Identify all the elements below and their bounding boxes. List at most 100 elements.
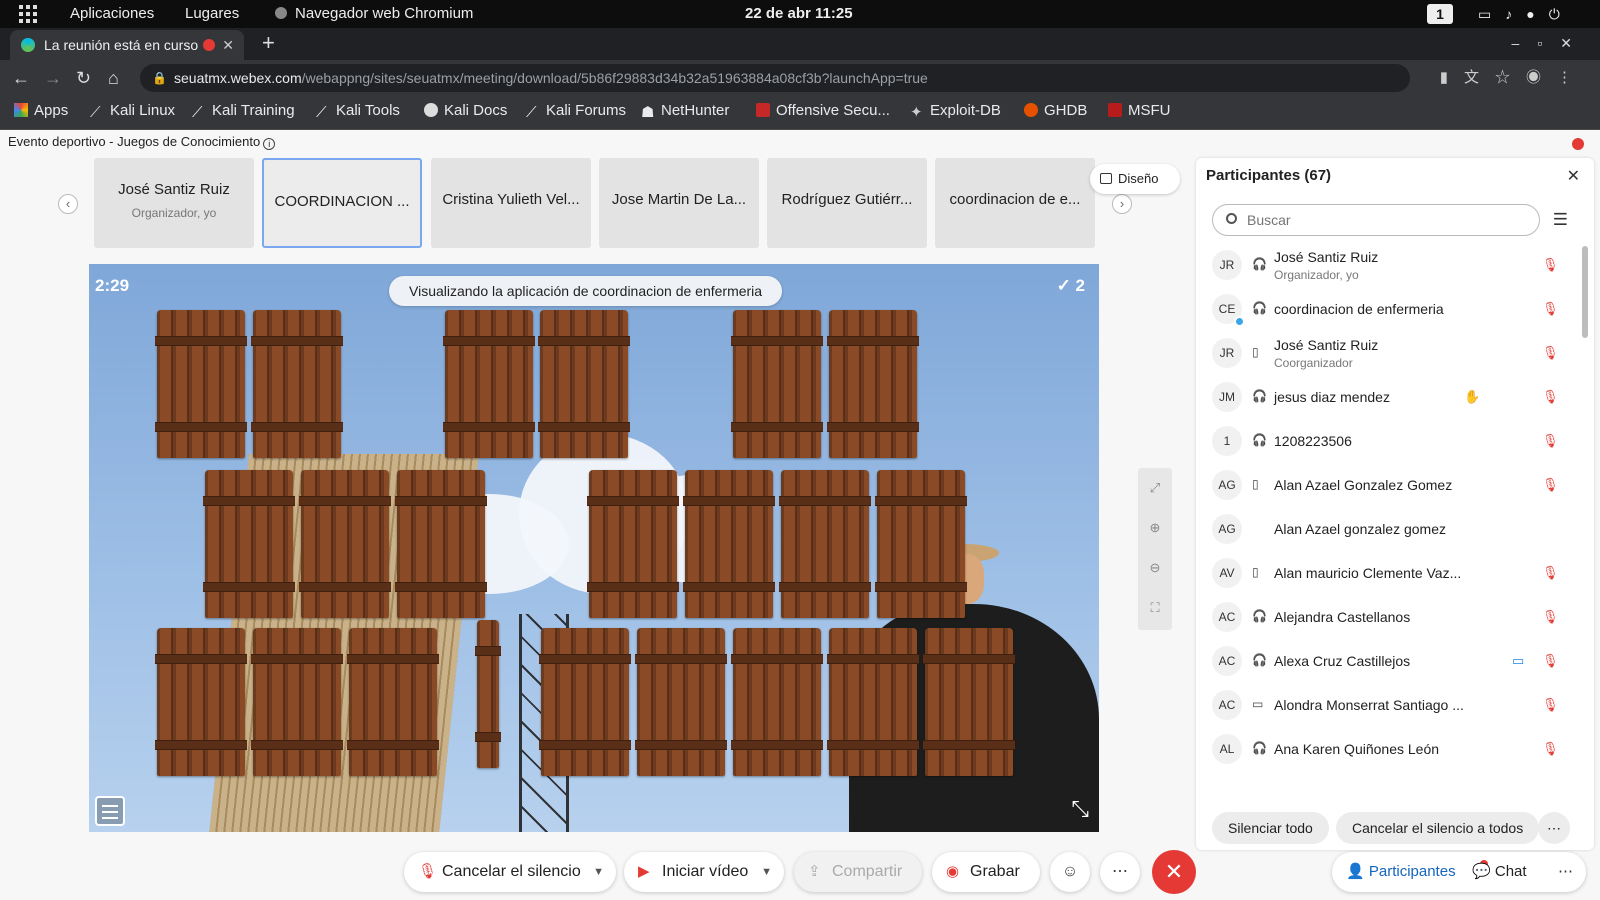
shared-screen[interactable]: Visualizando la aplicación de coordinaci… [89,264,1099,832]
bookmark-kali-forums[interactable]: ⟋ Kali Forums [526,96,626,126]
participant-list-scrollbar[interactable] [1582,246,1588,338]
clock[interactable]: 22 de abr 11:25 [745,0,853,28]
participant-row[interactable]: AC 🎧 Alexa Cruz Castillejos ▭ 🎙 [1196,640,1576,684]
wooden-door[interactable] [587,470,679,618]
back-button[interactable]: ← [12,60,30,96]
participant-row[interactable]: AC ▭ Alondra Monserrat Santiago ... 🎙 [1196,684,1576,728]
wooden-door[interactable] [443,310,535,458]
bookmark-exploit-db[interactable]: ✦ Exploit-DB [910,96,1001,126]
translate-icon[interactable]: 文 [1464,69,1495,86]
mute-all-button[interactable]: Silenciar todo [1212,812,1329,844]
participant-row[interactable]: JR 🎧 José Santiz Ruiz Organizador, yo 🎙 [1196,244,1576,288]
camera-blocked-icon[interactable]: ▮ [1440,69,1464,86]
wooden-door-opening[interactable] [475,620,501,768]
leave-meeting-button[interactable]: ✕ [1152,850,1196,894]
bookmark-kali-training[interactable]: ⟋ Kali Training [192,96,295,126]
activities-grid-icon[interactable] [19,5,37,23]
wooden-door[interactable] [203,470,295,618]
game-menu-icon[interactable] [95,796,125,826]
places-menu[interactable]: Lugares [185,0,239,28]
applications-menu[interactable]: Aplicaciones [70,0,154,28]
participant-row[interactable]: AV ▯ Alan mauricio Clemente Vaz... 🎙 [1196,552,1576,596]
participant-row[interactable]: JR ▯ José Santiz Ruiz Coorganizador 🎙 [1196,332,1576,376]
wooden-door[interactable] [827,310,919,458]
mic-muted-icon[interactable]: 🎙 [1542,345,1559,361]
leave-indicator-icon[interactable] [1572,138,1584,150]
chat-toggle-button[interactable]: 💬 Chat [1472,852,1527,892]
wooden-door[interactable] [923,628,1015,776]
bookmark-apps[interactable]: Apps [14,96,68,126]
mic-muted-icon[interactable]: 🎙 [1542,389,1559,405]
bookmark-kali-tools[interactable]: ⟋ Kali Tools [316,96,400,126]
video-tile[interactable]: José Santiz Ruiz Organizador, yo [94,158,254,248]
zoom-out-icon[interactable]: ⊖ [1138,548,1172,588]
bookmark-msfu[interactable]: MSFU [1108,96,1171,126]
bookmark-kali-linux[interactable]: ⟋ Kali Linux [90,96,175,126]
bookmark-ghdb[interactable]: GHDB [1024,96,1087,126]
video-tile[interactable]: Rodríguez Gutiérr... [767,158,927,248]
tab-webex-meeting[interactable]: La reunión está en curso ✕ [10,30,244,60]
wooden-door[interactable] [731,310,823,458]
video-tile[interactable]: Jose Martin De La... [599,158,759,248]
more-options-icon[interactable]: ⋯ [1100,852,1140,892]
panel-close-icon[interactable]: ✕ [1567,166,1580,186]
sort-icon[interactable]: ☰ [1553,210,1568,230]
menu-kebab-icon[interactable]: ⋮ [1557,69,1588,86]
wooden-door[interactable] [251,628,343,776]
wooden-door[interactable] [683,470,775,618]
workspace-indicator[interactable]: 1 [1427,4,1453,24]
filmstrip-prev-button[interactable]: ‹ [58,194,78,214]
chevron-down-icon[interactable]: ▼ [761,852,772,892]
forward-button[interactable]: → [44,60,62,96]
screen-icon[interactable]: ▭ [1478,6,1505,22]
fit-screen-icon[interactable]: ⛶ [1138,588,1172,628]
mic-icon[interactable]: ● [1526,6,1548,22]
mic-muted-icon[interactable]: 🎙 [1542,565,1559,581]
mic-muted-icon[interactable]: 🎙 [1542,257,1559,273]
wooden-door[interactable] [155,310,247,458]
wooden-door[interactable] [827,628,919,776]
share-button[interactable]: ⇪ Compartir [794,852,922,892]
window-close-icon[interactable]: ✕ [1560,35,1590,51]
wooden-door[interactable] [155,628,247,776]
address-bar[interactable]: 🔒 seuatmx.webex.com/webappng/sites/seuat… [140,64,1410,92]
mic-muted-icon[interactable]: 🎙 [1542,301,1559,317]
window-controls[interactable]: –▫✕ [1512,28,1591,58]
mic-muted-icon[interactable]: 🎙 [1542,653,1559,669]
wooden-door[interactable] [395,470,487,618]
start-video-button[interactable]: ▶ Iniciar vídeo ▼ [624,852,784,892]
mic-muted-icon[interactable]: 🎙 [1542,609,1559,625]
system-tray[interactable]: ▭♪●⏻ [1478,0,1574,28]
volume-icon[interactable]: ♪ [1505,6,1526,22]
wooden-door[interactable] [635,628,727,776]
home-button[interactable]: ⌂ [108,60,119,96]
wooden-door[interactable] [251,310,343,458]
wooden-door[interactable] [875,470,967,618]
video-tile[interactable]: Cristina Yulieth Vel... [431,158,591,248]
more-panels-icon[interactable]: ⋯ [1558,852,1573,892]
bookmark-star-icon[interactable]: ☆ [1495,69,1526,86]
tab-close-icon[interactable]: ✕ [222,30,234,60]
reload-button[interactable]: ↻ [76,60,91,96]
participant-row[interactable]: AG ▯ Alan Azael Gonzalez Gomez 🎙 [1196,464,1576,508]
wooden-door[interactable] [779,470,871,618]
participant-row[interactable]: AG Alan Azael gonzalez gomez [1196,508,1576,552]
bookmark-kali-docs[interactable]: Kali Docs [424,96,507,126]
video-tile[interactable]: coordinacion de e... [935,158,1095,248]
zoom-in-icon[interactable]: ⊕ [1138,508,1172,548]
record-button[interactable]: ◉ Grabar [932,852,1040,892]
participant-row[interactable]: AL 🎧 Ana Karen Quiñones León 🎙 [1196,728,1576,772]
maximize-icon[interactable]: ▫ [1537,35,1560,51]
filmstrip-next-button[interactable]: › [1112,194,1132,214]
participant-row[interactable]: JM 🎧 jesus diaz mendez ✋ 🎙 [1196,376,1576,420]
wooden-door[interactable] [299,470,391,618]
new-tab-button[interactable]: + [262,28,275,58]
minimize-icon[interactable]: – [1512,35,1538,51]
mic-muted-icon[interactable]: 🎙 [1542,477,1559,493]
wooden-door[interactable] [731,628,823,776]
bookmark-offensive-security[interactable]: Offensive Secu... [756,96,890,126]
profile-avatar-icon[interactable]: ◉ [1526,69,1557,86]
info-icon[interactable]: i [263,138,276,150]
expand-icon[interactable]: ⤢ [1138,468,1172,508]
exit-fullscreen-icon[interactable]: ⤡ [1071,796,1089,822]
